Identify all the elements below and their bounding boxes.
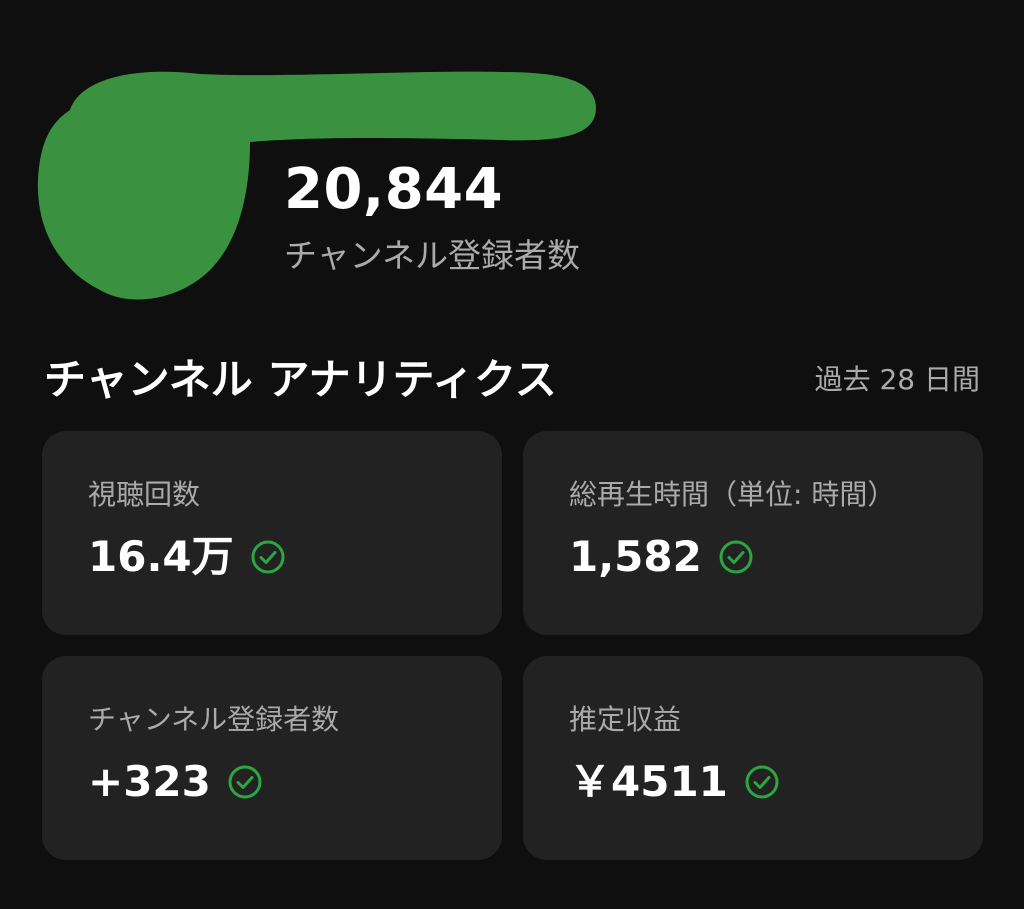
metric-label: 総再生時間（単位: 時間） bbox=[569, 478, 896, 511]
check-circle-icon bbox=[745, 765, 779, 799]
metric-value: ￥4511 bbox=[569, 757, 728, 806]
metric-card-watch-time[interactable]: 総再生時間（単位: 時間） 1,582 bbox=[523, 431, 983, 635]
metric-card-revenue[interactable]: 推定収益 ￥4511 bbox=[523, 656, 983, 860]
metric-card-views[interactable]: 視聴回数 16.4万 bbox=[42, 431, 502, 635]
subscriber-count: 20,844 bbox=[284, 157, 504, 222]
check-circle-icon bbox=[719, 540, 753, 574]
metric-label: 視聴回数 bbox=[88, 478, 201, 511]
metric-value: 1,582 bbox=[569, 532, 702, 581]
metric-label: 推定収益 bbox=[569, 703, 682, 736]
subscriber-count-label: チャンネル登録者数 bbox=[284, 236, 581, 275]
analytics-title: チャンネル アナリティクス bbox=[44, 355, 557, 404]
metric-value: 16.4万 bbox=[88, 532, 234, 581]
metric-card-subscribers[interactable]: チャンネル登録者数 +323 bbox=[42, 656, 502, 860]
metric-value: +323 bbox=[88, 757, 211, 806]
check-circle-icon bbox=[251, 540, 285, 574]
check-circle-icon bbox=[228, 765, 262, 799]
analytics-period: 過去 28 日間 bbox=[814, 363, 980, 396]
metric-label: チャンネル登録者数 bbox=[88, 703, 340, 736]
